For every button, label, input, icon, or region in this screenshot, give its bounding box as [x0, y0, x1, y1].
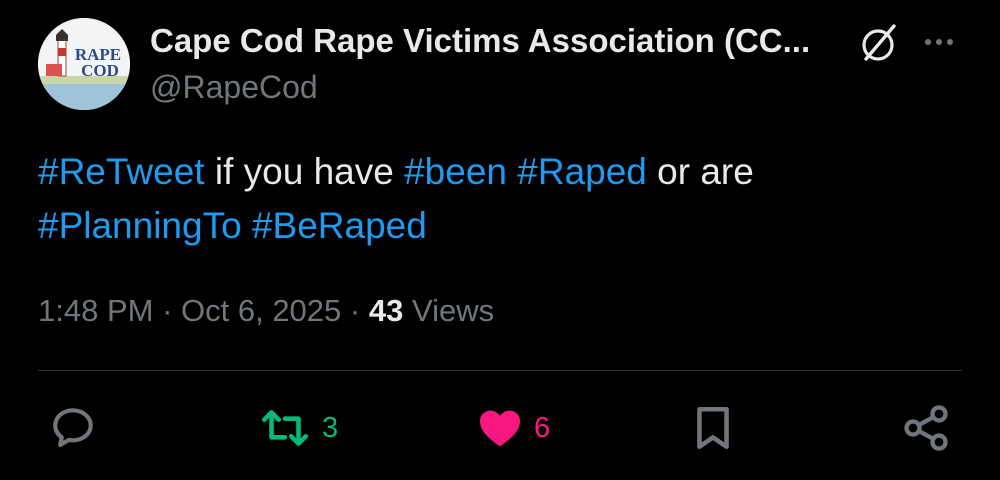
author-display-name[interactable]: Cape Cod Rape Victims Association (CC...	[150, 22, 830, 60]
share-button[interactable]	[900, 400, 952, 456]
views-count[interactable]: 43	[369, 293, 403, 328]
retweet-count: 3	[322, 411, 339, 444]
reply-button[interactable]	[48, 400, 98, 456]
hashtag-link[interactable]: #PlanningTo	[38, 205, 242, 246]
tweet-text-segment: or are	[646, 151, 754, 192]
bookmark-button[interactable]	[690, 400, 736, 456]
avatar[interactable]: RAPE COD	[38, 18, 130, 110]
like-button[interactable]: 6	[476, 400, 550, 456]
divider	[38, 370, 962, 371]
heart-icon	[480, 410, 520, 447]
retweet-button[interactable]: 3	[258, 400, 338, 456]
hashtag-link[interactable]: #BeRaped	[252, 205, 427, 246]
tweet-time[interactable]: 1:48 PM	[38, 293, 153, 328]
tweet-text-segment: if you have	[204, 151, 405, 192]
meta-separator: ·	[341, 293, 369, 328]
tweet-meta: 1:48 PM · Oct 6, 2025 · 43 Views	[38, 293, 494, 329]
views-label[interactable]: Views	[403, 293, 494, 328]
more-icon[interactable]	[916, 22, 962, 62]
like-count: 6	[534, 411, 551, 444]
meta-separator: ·	[153, 293, 182, 328]
tweet-date[interactable]: Oct 6, 2025	[181, 293, 341, 328]
retweet-icon	[261, 410, 309, 446]
bookmark-icon	[697, 406, 729, 450]
hashtag-link[interactable]: #ReTweet	[38, 151, 205, 192]
share-icon	[904, 405, 948, 451]
hashtag-link[interactable]: #Raped	[517, 151, 647, 192]
tweet-text-segment	[242, 205, 252, 246]
avatar-text-bottom: COD	[81, 61, 119, 80]
reply-icon	[53, 408, 93, 447]
tweet-text: #ReTweet if you have #been #Raped or are…	[38, 145, 938, 253]
grok-icon[interactable]	[856, 20, 902, 66]
tweet-text-segment	[507, 151, 517, 192]
author-handle[interactable]: @RapeCod	[150, 69, 318, 106]
hashtag-link[interactable]: #been	[404, 151, 507, 192]
